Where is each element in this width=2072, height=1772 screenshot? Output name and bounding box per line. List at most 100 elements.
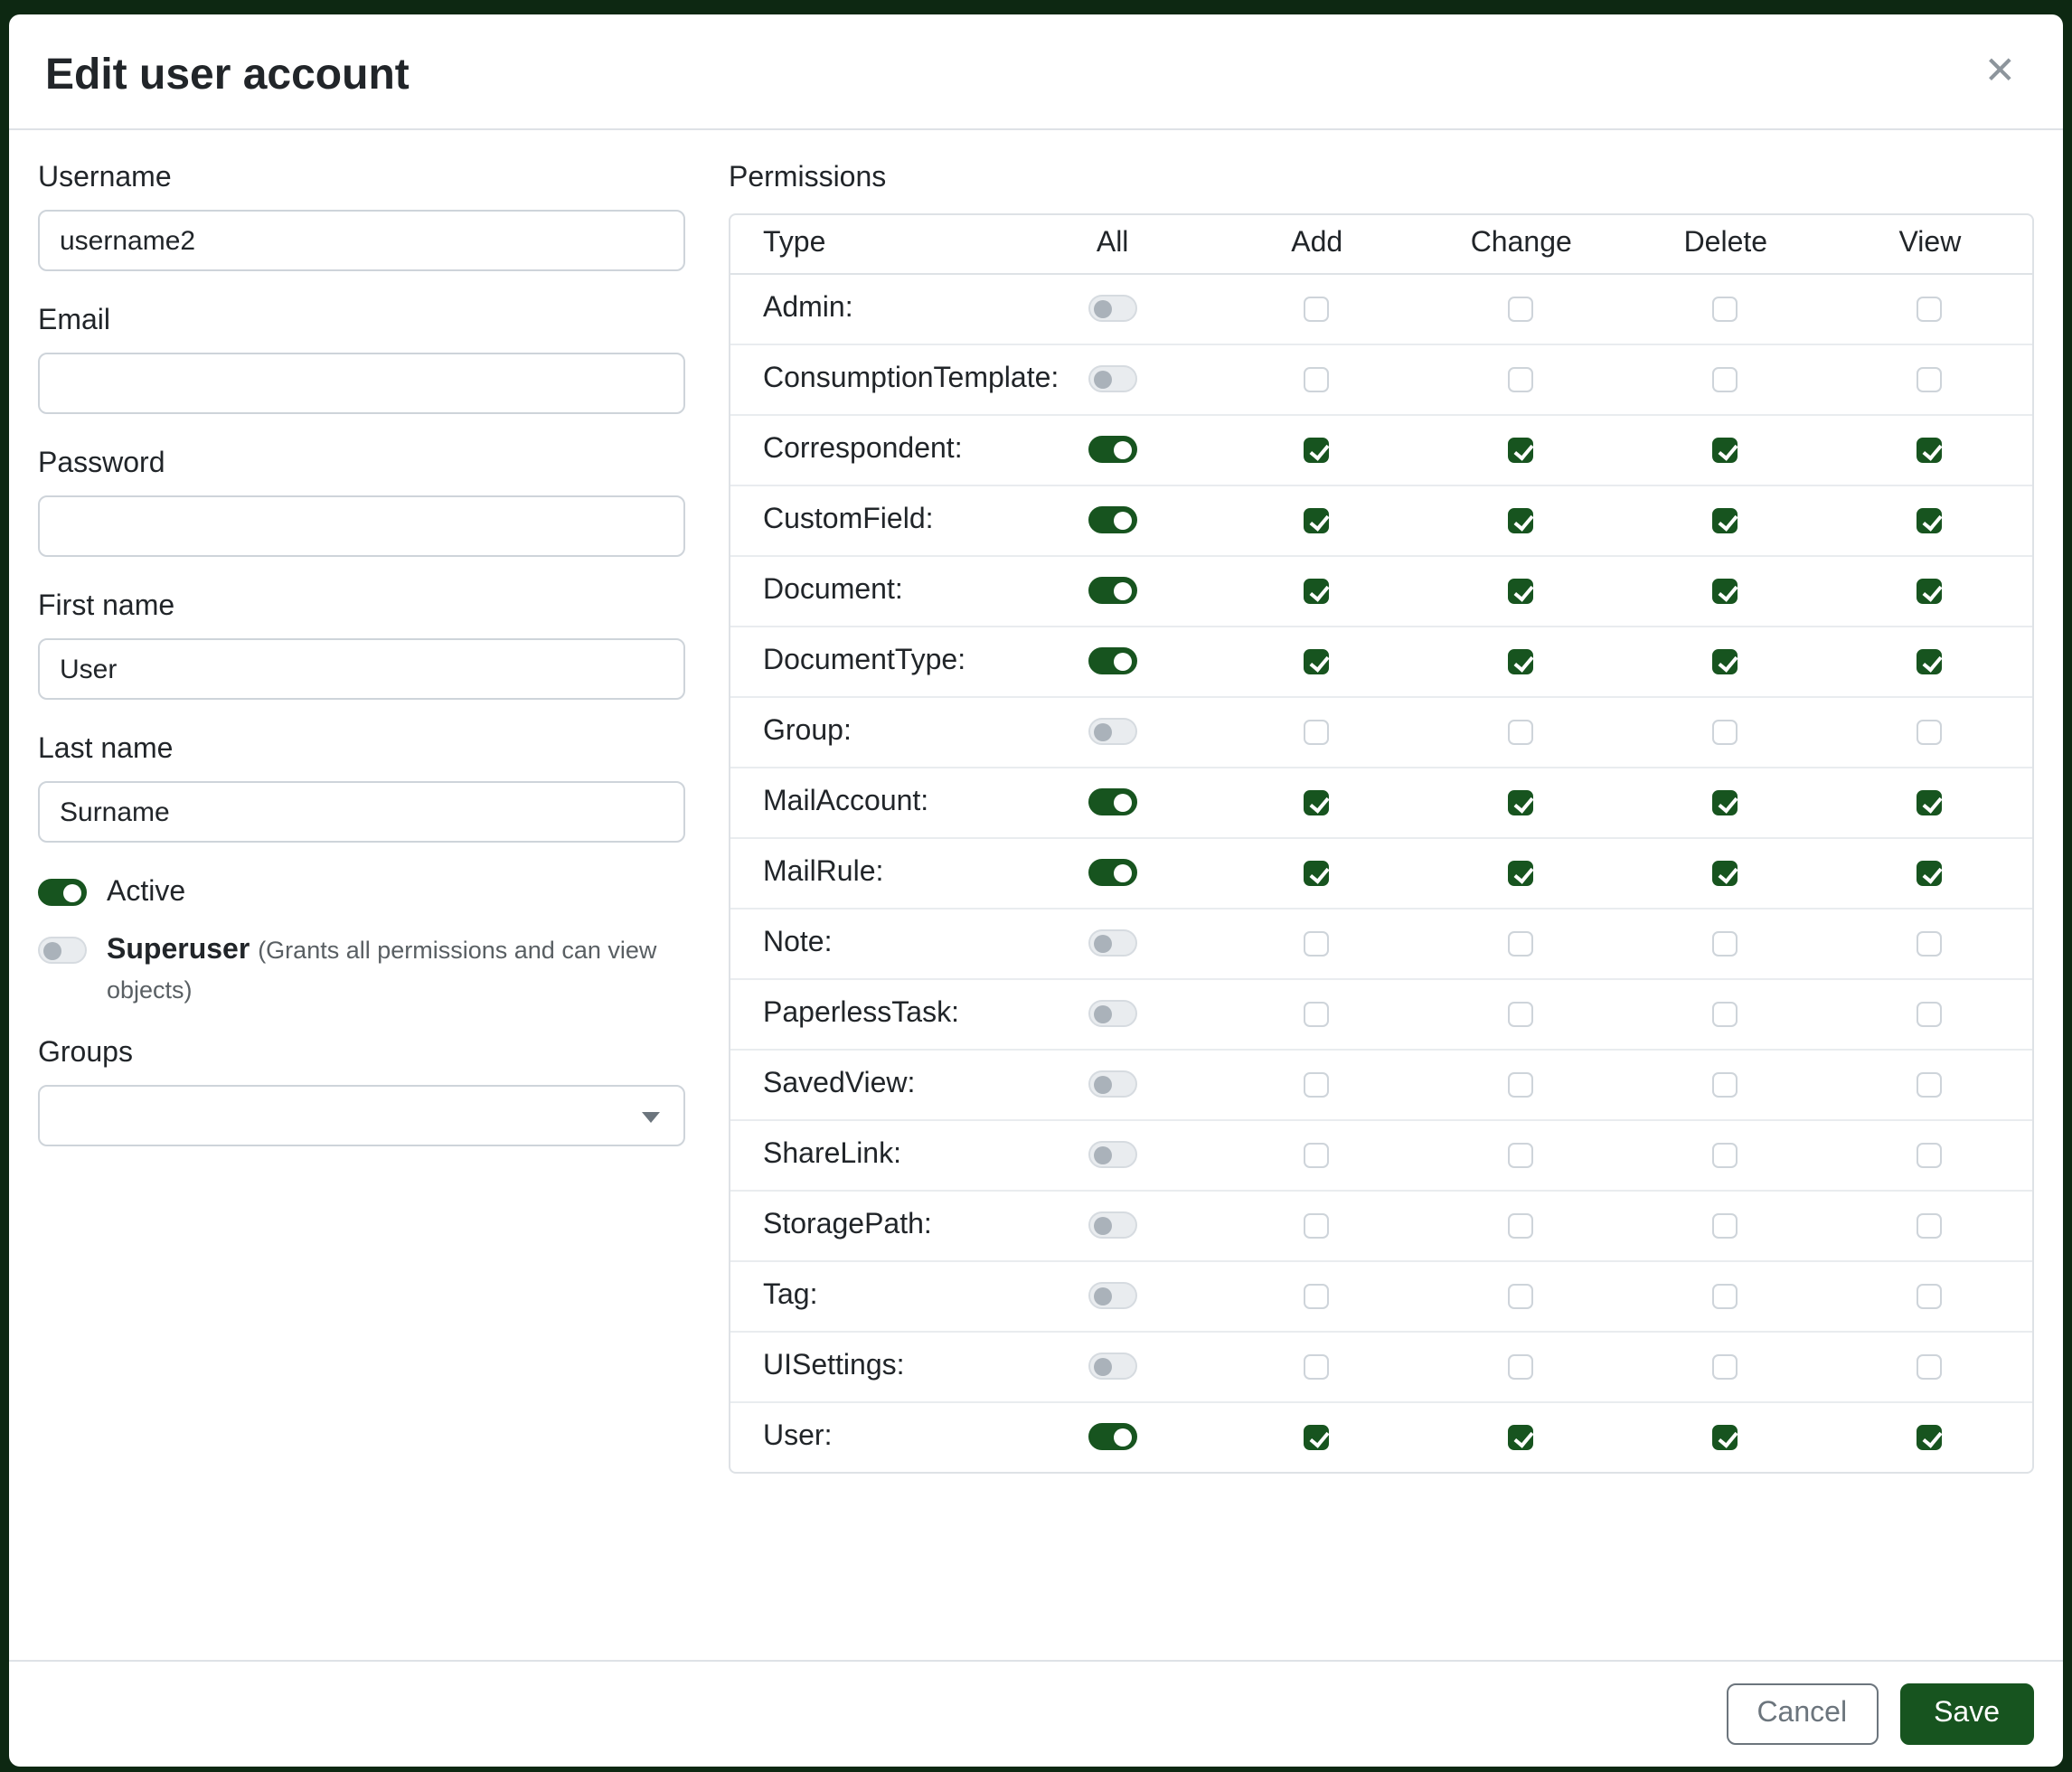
close-icon[interactable]: ✕ bbox=[1973, 47, 2027, 98]
perm-view-checkbox[interactable] bbox=[1917, 1213, 1943, 1239]
perm-all-toggle[interactable] bbox=[1088, 719, 1137, 746]
perm-change-checkbox[interactable] bbox=[1509, 438, 1534, 463]
perm-all-toggle[interactable] bbox=[1088, 578, 1137, 605]
perm-all-toggle[interactable] bbox=[1088, 1001, 1137, 1028]
perm-add-checkbox[interactable] bbox=[1304, 1284, 1330, 1309]
perm-view-checkbox[interactable] bbox=[1917, 1354, 1943, 1380]
perm-change-checkbox[interactable] bbox=[1509, 1213, 1534, 1239]
perm-add-checkbox[interactable] bbox=[1304, 861, 1330, 886]
perm-delete-checkbox[interactable] bbox=[1713, 1425, 1738, 1450]
perm-delete-checkbox[interactable] bbox=[1713, 931, 1738, 957]
perm-add-checkbox[interactable] bbox=[1304, 720, 1330, 745]
perm-add-checkbox[interactable] bbox=[1304, 1213, 1330, 1239]
perm-change-checkbox[interactable] bbox=[1509, 720, 1534, 745]
perm-change-checkbox[interactable] bbox=[1509, 1425, 1534, 1450]
perm-all-toggle[interactable] bbox=[1088, 860, 1137, 887]
perm-all-toggle[interactable] bbox=[1088, 1142, 1137, 1169]
password-input[interactable] bbox=[38, 495, 685, 557]
perm-delete-checkbox[interactable] bbox=[1713, 1072, 1738, 1098]
perm-delete-checkbox[interactable] bbox=[1713, 1213, 1738, 1239]
perm-add-checkbox[interactable] bbox=[1304, 297, 1330, 322]
perm-change-checkbox[interactable] bbox=[1509, 931, 1534, 957]
last-name-input[interactable] bbox=[38, 781, 685, 843]
first-name-input[interactable] bbox=[38, 638, 685, 700]
perm-all-toggle[interactable] bbox=[1088, 1212, 1137, 1239]
perm-view-checkbox[interactable] bbox=[1917, 367, 1943, 392]
perm-all-toggle[interactable] bbox=[1088, 930, 1137, 957]
perm-change-checkbox[interactable] bbox=[1509, 579, 1534, 604]
permissions-section: Permissions TypeAllAddChangeDeleteView A… bbox=[729, 159, 2034, 1474]
modal-backdrop: Edit user account ✕ Username Email Passw… bbox=[0, 0, 2072, 1772]
perm-view-checkbox[interactable] bbox=[1917, 931, 1943, 957]
perm-add-checkbox[interactable] bbox=[1304, 367, 1330, 392]
perm-add-checkbox[interactable] bbox=[1304, 1002, 1330, 1027]
perm-delete-checkbox[interactable] bbox=[1713, 720, 1738, 745]
save-button[interactable]: Save bbox=[1899, 1683, 2034, 1745]
perm-change-checkbox[interactable] bbox=[1509, 1143, 1534, 1168]
active-toggle[interactable] bbox=[38, 879, 87, 906]
perm-change-checkbox[interactable] bbox=[1509, 297, 1534, 322]
perm-add-checkbox[interactable] bbox=[1304, 1143, 1330, 1168]
perm-add-checkbox[interactable] bbox=[1304, 579, 1330, 604]
perm-all-toggle[interactable] bbox=[1088, 1071, 1137, 1098]
perm-delete-checkbox[interactable] bbox=[1713, 1143, 1738, 1168]
groups-select[interactable] bbox=[38, 1085, 685, 1146]
perm-add-checkbox[interactable] bbox=[1304, 790, 1330, 815]
perm-view-checkbox[interactable] bbox=[1917, 1425, 1943, 1450]
perm-delete-checkbox[interactable] bbox=[1713, 579, 1738, 604]
perm-delete-checkbox[interactable] bbox=[1713, 790, 1738, 815]
perm-all-toggle[interactable] bbox=[1088, 1353, 1137, 1381]
perm-all-toggle[interactable] bbox=[1088, 1283, 1137, 1310]
active-label: Active bbox=[107, 873, 185, 913]
perm-delete-checkbox[interactable] bbox=[1713, 1284, 1738, 1309]
cancel-button[interactable]: Cancel bbox=[1726, 1683, 1878, 1745]
username-input[interactable] bbox=[38, 210, 685, 271]
perm-view-checkbox[interactable] bbox=[1917, 720, 1943, 745]
perm-view-checkbox[interactable] bbox=[1917, 508, 1943, 533]
perm-add-checkbox[interactable] bbox=[1304, 1354, 1330, 1380]
perm-change-checkbox[interactable] bbox=[1509, 790, 1534, 815]
perm-all-toggle[interactable] bbox=[1088, 366, 1137, 393]
perm-change-checkbox[interactable] bbox=[1509, 1284, 1534, 1309]
perm-all-toggle[interactable] bbox=[1088, 296, 1137, 323]
perm-add-checkbox[interactable] bbox=[1304, 1425, 1330, 1450]
perm-delete-checkbox[interactable] bbox=[1713, 508, 1738, 533]
perm-change-checkbox[interactable] bbox=[1509, 1072, 1534, 1098]
perm-add-checkbox[interactable] bbox=[1304, 508, 1330, 533]
perm-delete-checkbox[interactable] bbox=[1713, 1354, 1738, 1380]
perm-delete-checkbox[interactable] bbox=[1713, 649, 1738, 674]
perm-all-toggle[interactable] bbox=[1088, 1424, 1137, 1451]
perm-view-checkbox[interactable] bbox=[1917, 649, 1943, 674]
perm-add-checkbox[interactable] bbox=[1304, 1072, 1330, 1098]
perm-view-checkbox[interactable] bbox=[1917, 438, 1943, 463]
perm-delete-checkbox[interactable] bbox=[1713, 438, 1738, 463]
perm-view-checkbox[interactable] bbox=[1917, 1143, 1943, 1168]
perm-delete-checkbox[interactable] bbox=[1713, 367, 1738, 392]
perm-type-label: ConsumptionTemplate: bbox=[730, 345, 1011, 416]
perm-change-checkbox[interactable] bbox=[1509, 861, 1534, 886]
perm-change-checkbox[interactable] bbox=[1509, 1002, 1534, 1027]
perm-view-checkbox[interactable] bbox=[1917, 861, 1943, 886]
perm-view-checkbox[interactable] bbox=[1917, 1284, 1943, 1309]
perm-all-toggle[interactable] bbox=[1088, 437, 1137, 464]
perm-delete-checkbox[interactable] bbox=[1713, 861, 1738, 886]
perm-add-checkbox[interactable] bbox=[1304, 438, 1330, 463]
perm-view-checkbox[interactable] bbox=[1917, 297, 1943, 322]
perm-delete-checkbox[interactable] bbox=[1713, 1002, 1738, 1027]
perm-change-checkbox[interactable] bbox=[1509, 508, 1534, 533]
perm-view-checkbox[interactable] bbox=[1917, 1072, 1943, 1098]
perm-view-checkbox[interactable] bbox=[1917, 579, 1943, 604]
perm-all-toggle[interactable] bbox=[1088, 648, 1137, 675]
perm-view-checkbox[interactable] bbox=[1917, 790, 1943, 815]
perm-change-checkbox[interactable] bbox=[1509, 367, 1534, 392]
email-input[interactable] bbox=[38, 353, 685, 414]
perm-change-checkbox[interactable] bbox=[1509, 649, 1534, 674]
perm-view-checkbox[interactable] bbox=[1917, 1002, 1943, 1027]
perm-change-checkbox[interactable] bbox=[1509, 1354, 1534, 1380]
perm-all-toggle[interactable] bbox=[1088, 789, 1137, 816]
perm-add-checkbox[interactable] bbox=[1304, 931, 1330, 957]
superuser-toggle[interactable] bbox=[38, 937, 87, 964]
perm-add-checkbox[interactable] bbox=[1304, 649, 1330, 674]
perm-all-toggle[interactable] bbox=[1088, 507, 1137, 534]
perm-delete-checkbox[interactable] bbox=[1713, 297, 1738, 322]
